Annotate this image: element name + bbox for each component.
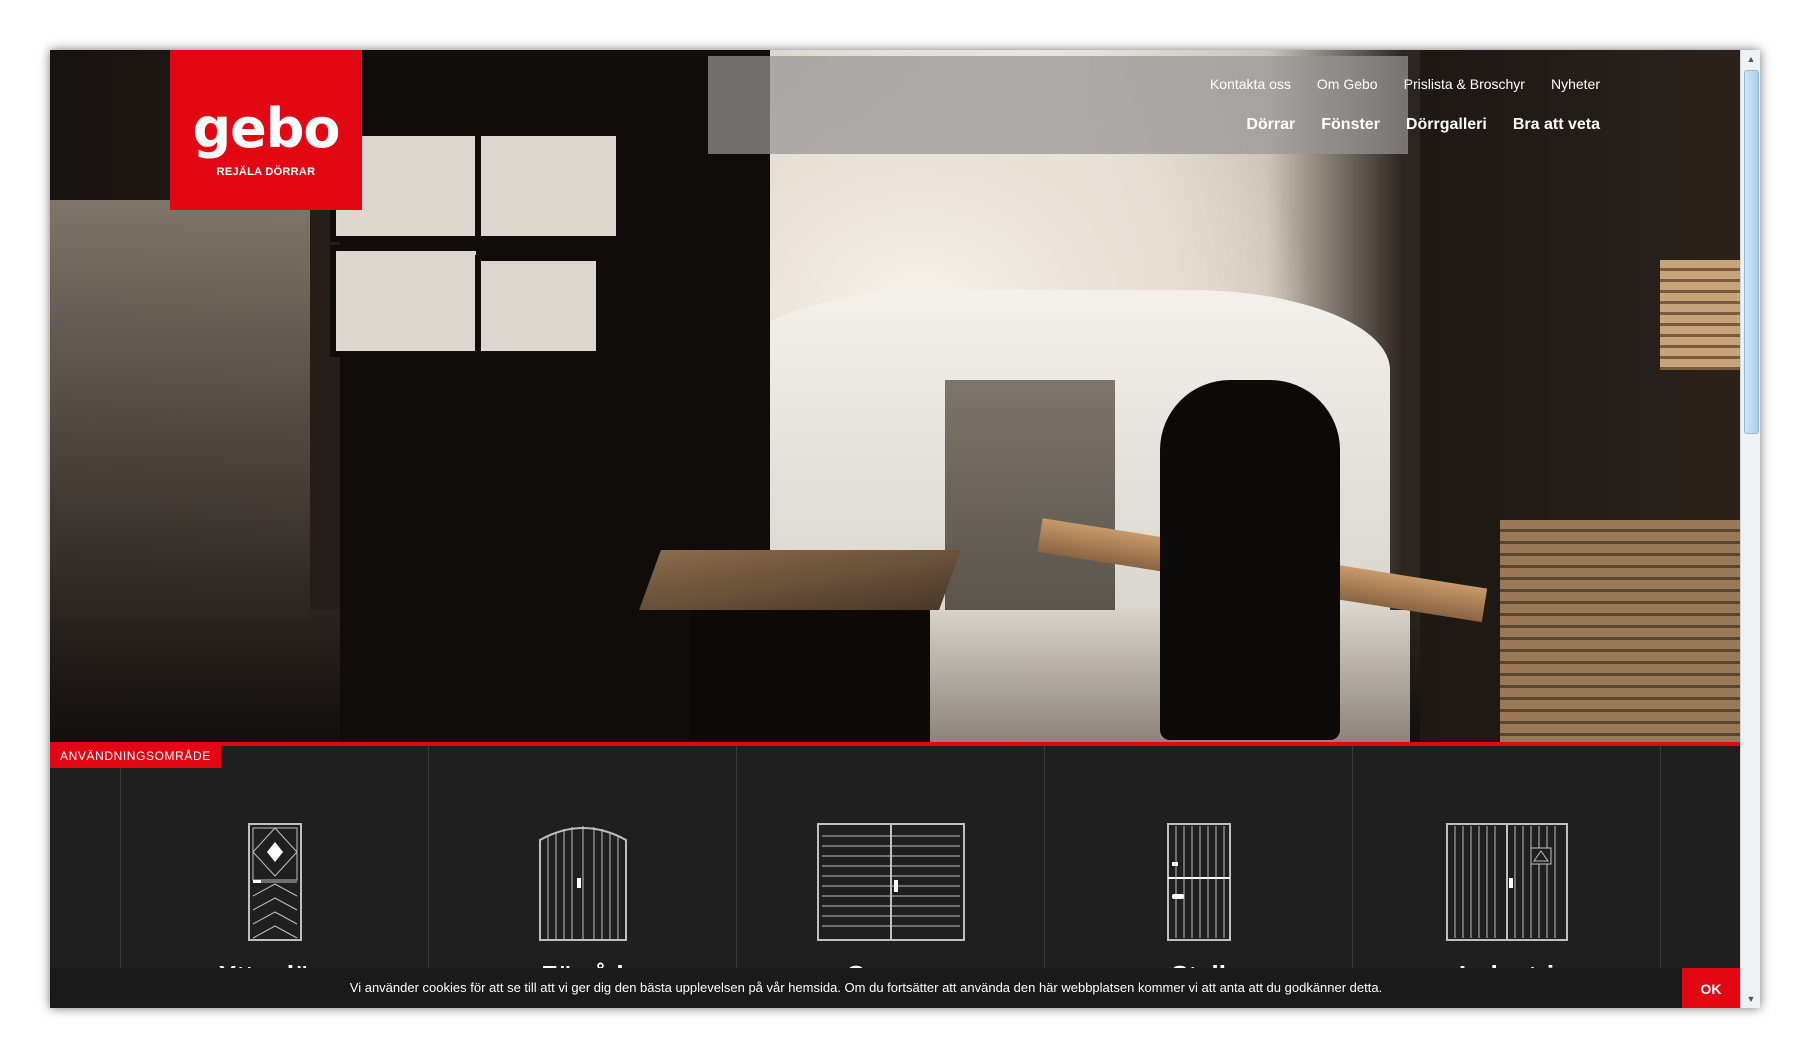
hero-bin: [690, 610, 930, 742]
hero-planks: [639, 550, 961, 610]
browser-window: gebo REJÄLA DÖRRAR Kontakta oss Om Gebo …: [50, 50, 1760, 1008]
industrial-door-icon: [1445, 823, 1568, 941]
nav-link-bra-att-veta[interactable]: Bra att veta: [1513, 116, 1600, 134]
hero-image: gebo REJÄLA DÖRRAR Kontakta oss Om Gebo …: [50, 50, 1740, 742]
cookie-ok-button[interactable]: OK: [1682, 968, 1740, 1008]
hero-window: [475, 130, 622, 242]
nav-link-dorrgalleri[interactable]: Dörrgalleri: [1406, 116, 1487, 134]
page: gebo REJÄLA DÖRRAR Kontakta oss Om Gebo …: [50, 50, 1740, 1008]
scroll-down-icon[interactable]: ▼: [1744, 992, 1758, 1006]
hero-wood-stack-upper: [1660, 260, 1740, 370]
section-divider: [50, 742, 1740, 746]
hero-window: [475, 255, 602, 357]
nav-link-prislista[interactable]: Prislista & Broschyr: [1404, 76, 1525, 92]
vertical-scrollbar[interactable]: ▲ ▼: [1740, 50, 1760, 1008]
cookie-banner: Vi använder cookies för att se till att …: [50, 968, 1740, 1008]
stable-door-icon: [1166, 823, 1231, 941]
cookie-message: Vi använder cookies för att se till att …: [349, 980, 1383, 995]
scroll-up-icon[interactable]: ▲: [1744, 52, 1758, 66]
hero-tent-door: [945, 380, 1115, 610]
nav-primary: Dörrar Fönster Dörrgalleri Bra att veta: [1246, 116, 1600, 134]
hero-wood-stack: [1500, 520, 1740, 742]
nav-link-dorrar[interactable]: Dörrar: [1246, 116, 1295, 134]
scrollbar-thumb[interactable]: [1744, 70, 1759, 434]
nav-bar: [708, 56, 1408, 154]
nav-secondary: Kontakta oss Om Gebo Prislista & Broschy…: [1210, 76, 1600, 92]
hero-forklift: [50, 200, 310, 620]
nav-link-om-gebo[interactable]: Om Gebo: [1317, 76, 1378, 92]
hero-window: [330, 245, 482, 357]
nav-link-kontakta[interactable]: Kontakta oss: [1210, 76, 1291, 92]
nav-link-nyheter[interactable]: Nyheter: [1551, 76, 1600, 92]
usage-tab: ANVÄNDNINGSOMRÅDE: [50, 744, 221, 768]
garage-door-icon: [816, 823, 965, 941]
logo-wordmark: gebo: [192, 97, 340, 160]
hero-worker: [1160, 380, 1340, 740]
front-door-icon: [247, 823, 302, 941]
storage-door-icon: [538, 826, 627, 941]
logo[interactable]: gebo REJÄLA DÖRRAR: [170, 50, 362, 210]
nav-link-fonster[interactable]: Fönster: [1321, 116, 1380, 134]
logo-tagline: REJÄLA DÖRRAR: [216, 166, 316, 178]
